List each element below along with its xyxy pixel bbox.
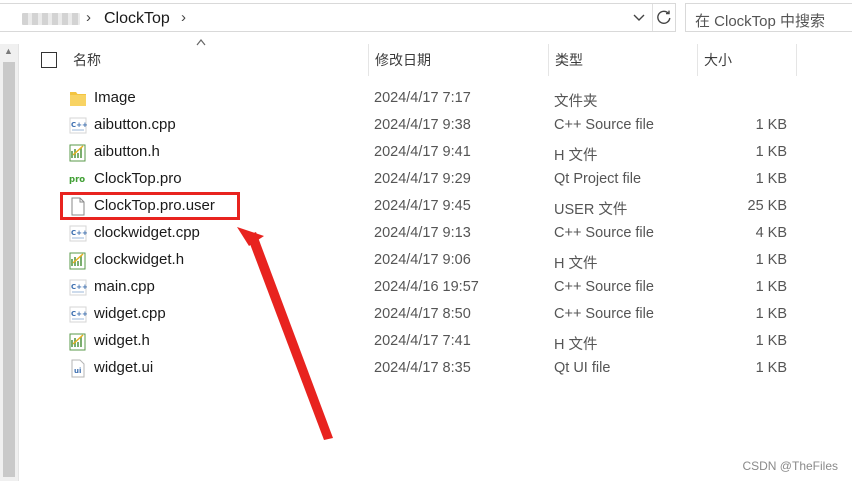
file-size: 1 KB xyxy=(755,279,787,295)
breadcrumb-separator-icon: › xyxy=(86,9,91,26)
column-header-size-label: 大小 xyxy=(704,52,732,68)
file-type: 文件夹 xyxy=(554,94,598,110)
cpp-file-icon: C++ xyxy=(69,305,88,324)
file-type: C++ Source file xyxy=(554,306,654,322)
watermark: CSDN @TheFiles xyxy=(742,459,838,473)
file-type: C++ Source file xyxy=(554,225,654,241)
column-header-date[interactable]: 修改日期 xyxy=(368,44,547,76)
file-row[interactable]: C++ main.cpp 2024/4/16 19:57 C++ Source fil… xyxy=(60,274,800,301)
column-header-name[interactable]: 名称 xyxy=(67,44,367,76)
file-type: C++ Source file xyxy=(554,117,654,133)
file-row[interactable]: ui widget.ui 2024/4/17 8:35 Qt UI file 1 KB xyxy=(60,355,800,382)
ui-file-icon: ui xyxy=(69,359,87,378)
file-name: main.cpp xyxy=(94,278,155,295)
file-date-modified: 2024/4/17 7:41 xyxy=(374,333,471,349)
svg-text:C++: C++ xyxy=(71,229,87,237)
file-row[interactable]: C++ clockwidget.cpp 2024/4/17 9:13 C++ Sour… xyxy=(60,220,800,247)
pro-file-icon: pro xyxy=(69,170,87,189)
file-size: 1 KB xyxy=(755,117,787,133)
file-name: clockwidget.h xyxy=(94,251,185,268)
file-name: widget.ui xyxy=(94,359,154,376)
blurred-path-segment xyxy=(22,13,80,25)
file-row[interactable]: C++ widget.cpp 2024/4/17 8:50 C++ Source fi… xyxy=(60,301,800,328)
search-placeholder: 在 ClockTop 中搜索 xyxy=(695,13,826,30)
file-size: 4 KB xyxy=(755,225,787,241)
file-size: 1 KB xyxy=(755,360,787,376)
file-name: Image xyxy=(94,89,136,106)
header-file-icon xyxy=(69,143,87,162)
column-header-size[interactable]: 大小 xyxy=(697,44,797,76)
file-name: ClockTop.pro xyxy=(94,170,182,187)
file-name: clockwidget.cpp xyxy=(94,224,200,241)
file-name: widget.cpp xyxy=(94,305,166,322)
address-bar[interactable]: › ClockTop › xyxy=(0,3,676,32)
file-size: 1 KB xyxy=(755,333,787,349)
file-name: widget.h xyxy=(94,332,150,349)
file-type: Qt UI file xyxy=(554,360,611,376)
navigation-pane-scrollbar[interactable]: ▲ xyxy=(0,44,19,481)
cpp-file-icon: C++ xyxy=(69,224,88,243)
file-type: H 文件 xyxy=(554,337,598,353)
chevron-down-icon[interactable] xyxy=(632,10,646,27)
file-date-modified: 2024/4/16 19:57 xyxy=(374,279,479,295)
file-date-modified: 2024/4/17 9:38 xyxy=(374,117,471,133)
file-row[interactable]: C++ aibutton.cpp 2024/4/17 9:38 C++ Source … xyxy=(60,112,800,139)
svg-text:C++: C++ xyxy=(71,310,87,318)
header-file-icon xyxy=(69,332,87,351)
select-all-checkbox[interactable] xyxy=(41,52,57,68)
file-type: USER 文件 xyxy=(554,202,628,218)
file-row[interactable]: clockwidget.h 2024/4/17 9:06 H 文件 1 KB xyxy=(60,247,800,274)
column-header-date-label: 修改日期 xyxy=(375,52,431,68)
scrollbar-thumb[interactable] xyxy=(3,62,15,477)
breadcrumb-separator-icon[interactable]: › xyxy=(181,9,186,26)
file-row[interactable]: widget.h 2024/4/17 7:41 H 文件 1 KB xyxy=(60,328,800,355)
file-date-modified: 2024/4/17 9:29 xyxy=(374,171,471,187)
file-size: 1 KB xyxy=(755,252,787,268)
folder-icon xyxy=(69,89,87,108)
file-type: H 文件 xyxy=(554,256,598,272)
header-file-icon xyxy=(69,251,87,270)
file-date-modified: 2024/4/17 9:41 xyxy=(374,144,471,160)
svg-text:ui: ui xyxy=(74,367,81,375)
file-row[interactable]: pro ClockTop.pro 2024/4/17 9:29 Qt Project … xyxy=(60,166,800,193)
cpp-file-icon: C++ xyxy=(69,278,88,297)
file-size: 25 KB xyxy=(747,198,788,214)
file-type: Qt Project file xyxy=(554,171,642,187)
file-size: 1 KB xyxy=(755,306,787,322)
file-row[interactable]: aibutton.h 2024/4/17 9:41 H 文件 1 KB xyxy=(60,139,800,166)
file-type: H 文件 xyxy=(554,148,598,164)
column-header-name-label: 名称 xyxy=(73,52,101,68)
file-type: C++ Source file xyxy=(554,279,654,295)
file-name: aibutton.cpp xyxy=(94,116,176,133)
cpp-file-icon: C++ xyxy=(69,116,88,135)
file-date-modified: 2024/4/17 9:45 xyxy=(374,198,471,214)
search-box[interactable]: 在 ClockTop 中搜索 xyxy=(685,3,852,32)
file-name: aibutton.h xyxy=(94,143,160,160)
scroll-up-icon[interactable]: ▲ xyxy=(4,46,13,56)
column-header-type[interactable]: 类型 xyxy=(548,44,696,76)
file-date-modified: 2024/4/17 8:35 xyxy=(374,360,471,376)
svg-text:pro: pro xyxy=(69,175,85,185)
column-header-type-label: 类型 xyxy=(555,52,583,68)
breadcrumb-current-folder[interactable]: ClockTop xyxy=(104,10,170,28)
file-date-modified: 2024/4/17 9:13 xyxy=(374,225,471,241)
refresh-icon[interactable] xyxy=(652,4,675,31)
file-date-modified: 2024/4/17 7:17 xyxy=(374,90,471,106)
file-size: 1 KB xyxy=(755,171,787,187)
svg-text:C++: C++ xyxy=(71,283,87,291)
highlight-box xyxy=(60,192,240,220)
file-size: 1 KB xyxy=(755,144,787,160)
toolbar: › ClockTop › 在 ClockTop 中搜索 xyxy=(0,0,852,36)
file-row[interactable]: Image 2024/4/17 7:17 文件夹 xyxy=(60,85,800,112)
file-date-modified: 2024/4/17 9:06 xyxy=(374,252,471,268)
file-date-modified: 2024/4/17 8:50 xyxy=(374,306,471,322)
svg-text:C++: C++ xyxy=(71,121,87,129)
